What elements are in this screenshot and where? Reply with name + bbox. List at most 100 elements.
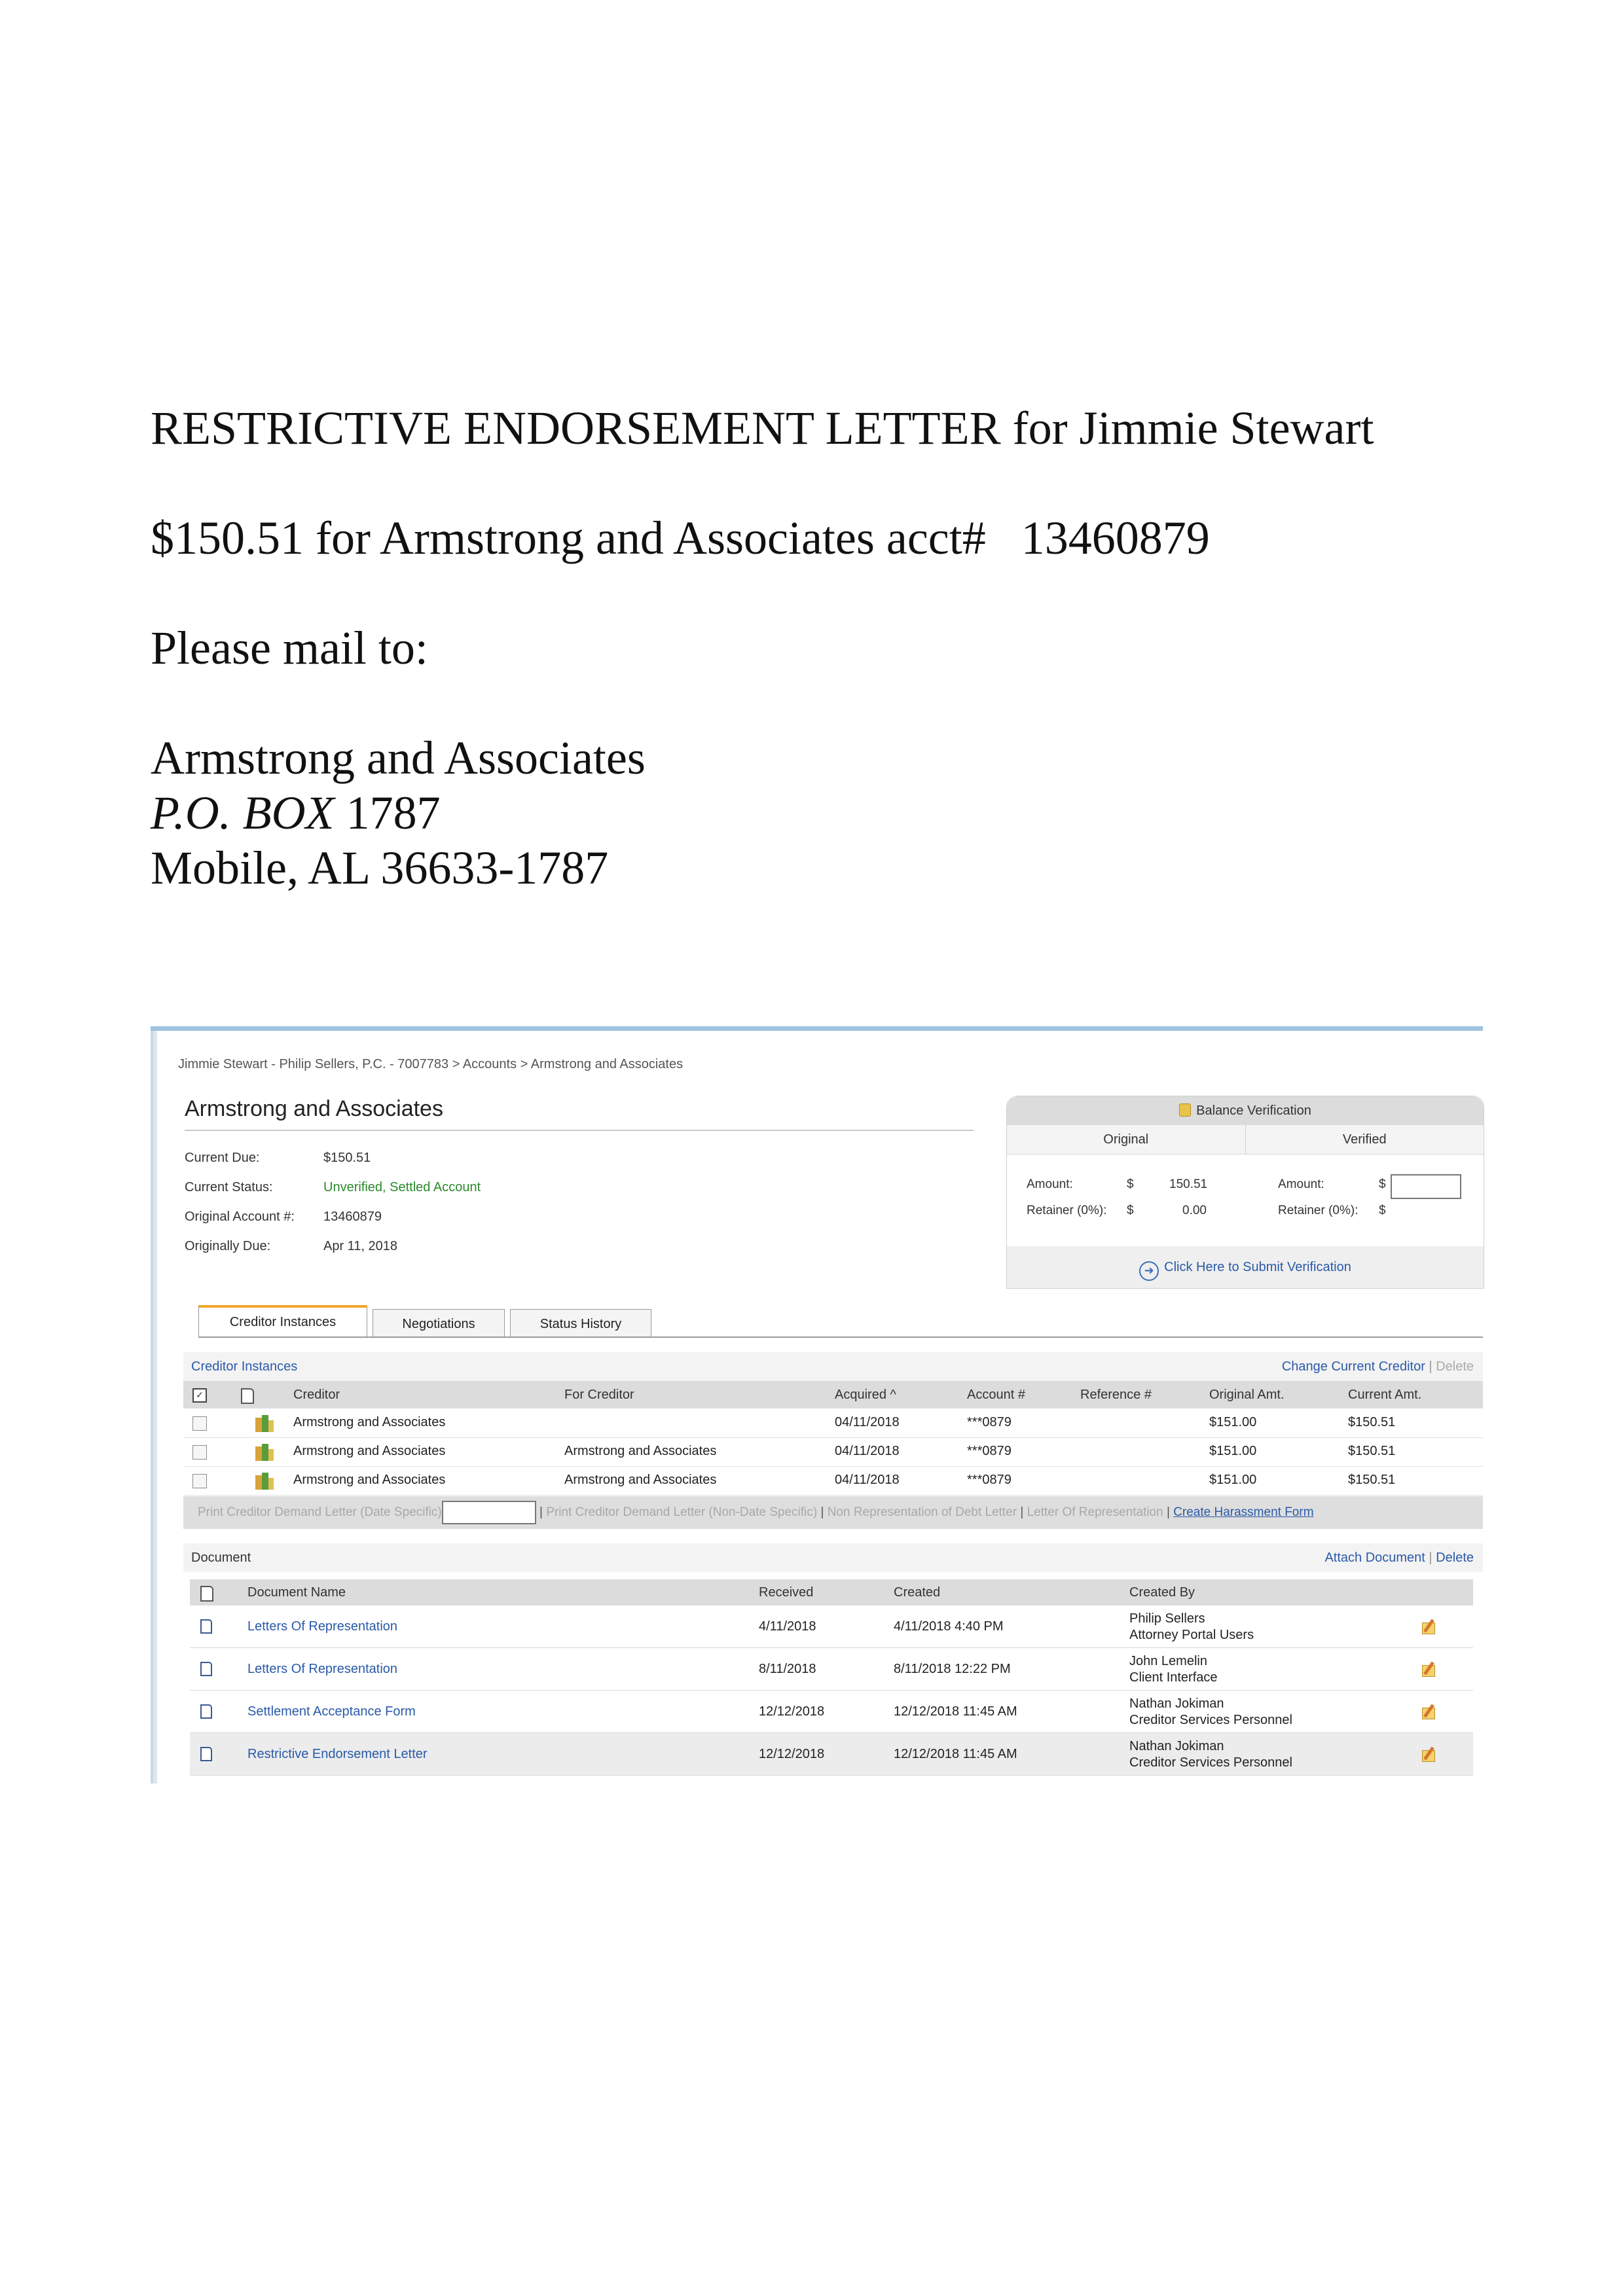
creditor-row[interactable]: Armstrong and Associates Armstrong and A… — [183, 1466, 1483, 1496]
delete-document-link[interactable]: Delete — [1436, 1551, 1474, 1565]
info-label: Current Status: — [185, 1180, 273, 1194]
cell-account: ***0879 — [967, 1415, 1012, 1429]
print-demand-letter-non-date-link[interactable]: Print Creditor Demand Letter (Non-Date S… — [546, 1505, 817, 1519]
account-screenshot: Jimmie Stewart - Philip Sellers, P.C. - … — [151, 1026, 1484, 1784]
arrow-right-icon: ➜ — [1139, 1261, 1159, 1281]
submit-verification-label: Click Here to Submit Verification — [1164, 1260, 1351, 1274]
document-row[interactable]: Letters Of Representation 8/11/2018 8/11… — [190, 1648, 1473, 1691]
attach-document-link[interactable]: Attach Document — [1324, 1551, 1425, 1565]
address-name: Armstrong and Associates — [151, 732, 646, 784]
edit-icon[interactable] — [1419, 1704, 1436, 1719]
document-section-title: Document — [191, 1551, 251, 1565]
column-acquired[interactable]: Acquired ^ — [835, 1381, 896, 1408]
column-creditor[interactable]: Creditor — [293, 1381, 340, 1408]
balance-verification-title: Balance Verification — [1196, 1103, 1311, 1118]
print-demand-letter-date-specific-link[interactable]: Print Creditor Demand Letter (Date Speci… — [198, 1505, 442, 1519]
column-for-creditor[interactable]: For Creditor — [564, 1381, 634, 1408]
cell-received: 8/11/2018 — [759, 1662, 816, 1676]
creditor-actions-bar: Print Creditor Demand Letter (Date Speci… — [183, 1496, 1483, 1529]
separator: | — [1429, 1359, 1432, 1374]
column-created-by[interactable]: Created By — [1129, 1579, 1195, 1605]
breadcrumb[interactable]: Jimmie Stewart - Philip Sellers, P.C. - … — [178, 1057, 683, 1072]
po-box-prefix: P.O. BOX — [151, 787, 335, 839]
letter-title: RESTRICTIVE ENDORSEMENT LETTER for Jimmi… — [151, 402, 1374, 454]
column-current-amt[interactable]: Current Amt. — [1348, 1381, 1421, 1408]
original-retainer-value: 0.00 — [1182, 1204, 1207, 1217]
cell-account: ***0879 — [967, 1473, 1012, 1487]
created-by-role: Creditor Services Personnel — [1129, 1713, 1292, 1727]
non-representation-link[interactable]: Non Representation of Debt Letter — [828, 1505, 1017, 1519]
cell-original-amt: $151.00 — [1209, 1444, 1257, 1458]
document-name-link[interactable]: Letters Of Representation — [247, 1605, 397, 1647]
change-current-creditor-link[interactable]: Change Current Creditor — [1282, 1359, 1425, 1374]
balance-verification-columns: Original Verified — [1007, 1125, 1484, 1155]
address-po-box: P.O. BOX 1787 — [151, 785, 1374, 840]
cell-creditor: Armstrong and Associates — [293, 1444, 446, 1458]
cell-acquired: 04/11/2018 — [835, 1473, 900, 1487]
cell-account: ***0879 — [967, 1444, 1012, 1458]
cell-current-amt: $150.51 — [1348, 1415, 1396, 1429]
column-original-amt[interactable]: Original Amt. — [1209, 1381, 1284, 1408]
edit-icon[interactable] — [1419, 1746, 1436, 1762]
currency-symbol: $ — [1127, 1177, 1134, 1191]
tab-creditor-instances[interactable]: Creditor Instances — [198, 1305, 367, 1338]
created-by-name: John Lemelin — [1129, 1654, 1207, 1668]
lock-icon — [1179, 1103, 1192, 1117]
row-checkbox[interactable] — [192, 1416, 207, 1431]
column-created[interactable]: Created — [894, 1579, 940, 1605]
verified-amount-input[interactable] — [1391, 1174, 1461, 1199]
account-info: Current Due: $150.51 Current Status: Unv… — [185, 1143, 481, 1261]
cell-created-by: John Lemelin Client Interface — [1129, 1653, 1218, 1686]
cell-original-amt: $151.00 — [1209, 1473, 1257, 1487]
row-checkbox[interactable] — [192, 1474, 207, 1488]
balance-verification-body: Amount: $ 150.51 Retainer (0%): $ 0.00 A… — [1007, 1155, 1484, 1236]
document-name-link[interactable]: Restrictive Endorsement Letter — [247, 1733, 428, 1775]
currency-symbol: $ — [1379, 1177, 1386, 1191]
document-row[interactable]: Restrictive Endorsement Letter 12/12/201… — [190, 1733, 1473, 1776]
edit-icon[interactable] — [1419, 1619, 1436, 1634]
demand-date-input[interactable] — [441, 1500, 536, 1524]
column-document-name[interactable]: Document Name — [247, 1579, 346, 1605]
creditor-actions: Print Creditor Demand Letter (Date Speci… — [198, 1496, 1314, 1529]
column-account-number[interactable]: Account # — [967, 1381, 1025, 1408]
original-retainer-label: Retainer (0%): — [1027, 1204, 1107, 1217]
info-label: Original Account #: — [185, 1210, 295, 1224]
row-checkbox[interactable] — [192, 1445, 207, 1460]
letter-of-representation-link[interactable]: Letter Of Representation — [1027, 1505, 1163, 1519]
document-name-link[interactable]: Settlement Acceptance Form — [247, 1691, 416, 1732]
separator: | — [1429, 1551, 1432, 1565]
column-reference-number[interactable]: Reference # — [1080, 1381, 1152, 1408]
po-box-number: 1787 — [334, 787, 441, 839]
creditor-instances-title: Creditor Instances — [191, 1359, 298, 1374]
select-all-checkbox[interactable]: ✓ — [192, 1388, 207, 1403]
submit-verification-button[interactable]: ➜ Click Here to Submit Verification — [1007, 1246, 1484, 1288]
document-row[interactable]: Settlement Acceptance Form 12/12/2018 12… — [190, 1691, 1473, 1733]
document-section-header: Document Attach Document | Delete — [183, 1543, 1483, 1572]
balance-verification-panel: Balance Verification Original Verified A… — [1006, 1096, 1484, 1289]
creditor-row[interactable]: Armstrong and Associates 04/11/2018 ***0… — [183, 1408, 1483, 1438]
currency-symbol: $ — [1127, 1204, 1134, 1217]
original-column-header: Original — [1007, 1125, 1246, 1154]
cell-received: 12/12/2018 — [759, 1704, 825, 1719]
cell-acquired: 04/11/2018 — [835, 1444, 900, 1458]
column-received[interactable]: Received — [759, 1579, 813, 1605]
file-icon — [200, 1619, 212, 1634]
left-bar-edge — [151, 1031, 153, 1784]
creditor-icon — [255, 1415, 274, 1432]
create-harassment-form-link[interactable]: Create Harassment Form — [1173, 1505, 1313, 1519]
delete-creditor-link[interactable]: Delete — [1436, 1359, 1474, 1374]
tab-negotiations[interactable]: Negotiations — [373, 1309, 505, 1337]
creditor-row[interactable]: Armstrong and Associates Armstrong and A… — [183, 1437, 1483, 1467]
cell-for-creditor: Armstrong and Associates — [564, 1444, 717, 1458]
document-row[interactable]: Letters Of Representation 4/11/2018 4/11… — [190, 1605, 1473, 1648]
tab-status-history[interactable]: Status History — [510, 1309, 651, 1337]
info-row-originally-due: Originally Due: Apr 11, 2018 — [185, 1232, 481, 1261]
info-value: $150.51 — [323, 1151, 371, 1165]
info-label: Originally Due: — [185, 1239, 271, 1253]
document-name-link[interactable]: Letters Of Representation — [247, 1648, 397, 1690]
edit-icon[interactable] — [1419, 1661, 1436, 1677]
tab-divider — [198, 1336, 1483, 1338]
